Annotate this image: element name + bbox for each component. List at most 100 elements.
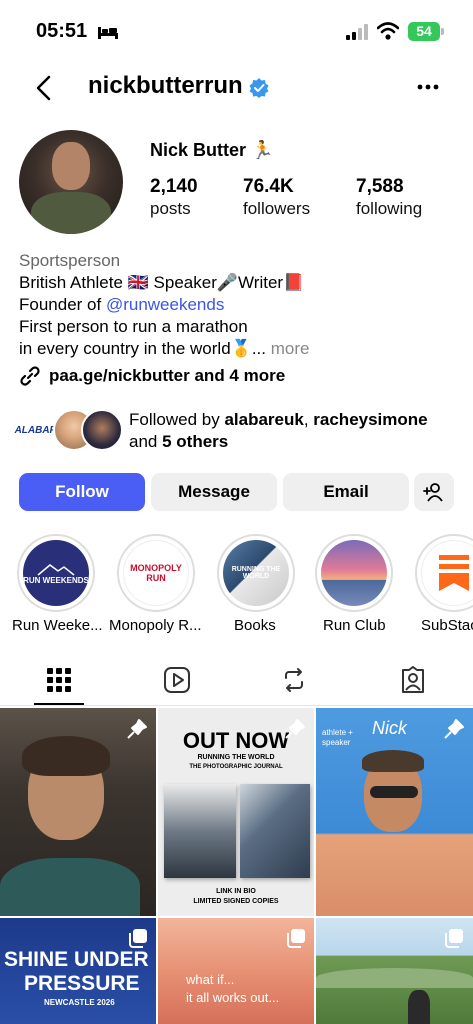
highlight-substack[interactable] <box>415 534 473 612</box>
post-4-subtitle: NEWCASTLE 2026 <box>44 998 115 1007</box>
highlight-run-weekends-cover: RUN WEEKENDS <box>23 540 89 606</box>
profile-username: nickbutterrun <box>88 72 243 99</box>
post-2-subtitle: RUNNING THE WORLD <box>197 754 275 761</box>
followed-by-avatars[interactable]: ALABARE <box>15 409 123 451</box>
post-6-runner <box>408 990 430 1024</box>
highlight-label-run-weekends: Run Weeke... <box>12 617 103 634</box>
third-follower-avatar <box>81 409 123 451</box>
pinned-post-icon <box>127 719 147 739</box>
posts-count[interactable]: 2,140 <box>150 176 198 198</box>
highlight-run-weekends-cover-text: RUN WEEKENDS <box>23 575 89 585</box>
highlight-monopoly-run[interactable]: MONOPOLY RUN <box>117 534 195 612</box>
status-time: 05:51 <box>36 20 88 42</box>
grid-tab-icon[interactable] <box>45 666 73 694</box>
more-options-icon[interactable] <box>416 84 440 90</box>
post-5-text-1: what if... <box>186 972 235 987</box>
pinned-post-icon <box>444 719 464 739</box>
follower-alabareuk: alabareuk <box>224 410 304 429</box>
followed-by-prefix: Followed by <box>129 410 225 429</box>
post-tile-3[interactable]: Nick athlete + speaker <box>316 708 473 916</box>
follower-separator: , <box>303 410 314 429</box>
bio-line-4-text: in every country in the world🥇... <box>19 339 271 358</box>
verified-badge-icon <box>249 78 269 98</box>
suggested-users-button[interactable] <box>414 473 454 511</box>
reels-tab-icon[interactable] <box>163 666 191 694</box>
highlight-label-substack: SubStac <box>421 617 473 634</box>
display-name: Nick Butter 🏃 <box>150 140 274 160</box>
post-tile-1[interactable] <box>0 708 156 916</box>
avatar-shirt <box>31 192 111 234</box>
battery-tip <box>441 28 444 35</box>
followed-by-and: and <box>129 432 163 451</box>
follow-button[interactable]: Follow <box>19 473 145 511</box>
reposts-tab-icon[interactable] <box>280 666 308 694</box>
post-4-title-2: PRESSURE <box>24 972 140 995</box>
highlight-label-run-club: Run Club <box>323 617 386 634</box>
cellular-signal-icon <box>346 24 368 40</box>
bio-line-1: British Athlete 🇬🇧 Speaker🎤Writer📕 <box>19 273 305 292</box>
add-person-icon <box>423 483 443 502</box>
bio-line-3: First person to run a marathon <box>19 317 248 336</box>
highlight-label-monopoly: Monopoly R... <box>109 617 202 634</box>
bio-line-4: in every country in the world🥇... more <box>19 338 309 360</box>
followers-label[interactable]: followers <box>243 199 310 219</box>
email-button[interactable]: Email <box>283 473 409 511</box>
back-chevron-icon[interactable] <box>32 74 56 102</box>
highlight-books[interactable]: RUNNING THE WORLD <box>217 534 295 612</box>
post-2-footer-2: LIMITED SIGNED COPIES <box>193 898 279 905</box>
highlight-substack-cover <box>421 540 473 606</box>
carousel-icon <box>445 929 463 948</box>
follower-racheysimone: racheysimone <box>313 410 428 429</box>
highlight-run-club[interactable] <box>315 534 393 612</box>
runweekends-mention-link[interactable]: @runweekends <box>106 295 224 314</box>
external-links-text: paa.ge/nickbutter and 4 more <box>49 366 286 385</box>
post-1-shirt <box>0 858 140 916</box>
post-4-title-1: SHINE UNDER <box>4 948 149 971</box>
highlight-label-books: Books <box>234 617 276 634</box>
mountain-icon <box>37 563 75 576</box>
bio-founder-text: Founder of <box>19 295 106 314</box>
post-tile-2[interactable]: OUT NOW RUNNING THE WORLD THE PHOTOGRAPH… <box>158 708 314 916</box>
followers-count[interactable]: 76.4K <box>243 176 294 198</box>
highlight-monopoly-cover: MONOPOLY RUN <box>123 540 189 606</box>
highlight-run-weekends[interactable]: RUN WEEKENDS <box>17 534 95 612</box>
carousel-icon <box>287 929 305 948</box>
pinned-post-icon <box>285 719 305 739</box>
link-chain-icon <box>20 366 40 386</box>
post-tile-5[interactable]: what if... it all works out... <box>158 918 314 1024</box>
post-6-hills <box>316 968 473 988</box>
bio-line-2: Founder of @runweekends <box>19 294 224 316</box>
highlight-run-club-cover <box>321 540 387 606</box>
external-links-row[interactable]: paa.ge/nickbutter and 4 more <box>19 365 285 387</box>
post-3-sunglasses <box>370 786 418 798</box>
post-2-footer-1: LINK IN BIO <box>216 888 256 895</box>
tab-divider <box>0 705 473 706</box>
tagged-tab-icon[interactable] <box>399 666 427 694</box>
following-count[interactable]: 7,588 <box>356 176 404 198</box>
avatar-face <box>52 142 90 190</box>
post-3-tag: athlete + speaker <box>322 728 353 747</box>
post-3-hair <box>362 750 424 772</box>
post-5-text-2: it all works out... <box>186 990 280 1005</box>
post-2-subtitle-2: THE PHOTOGRAPHIC JOURNAL <box>189 764 283 770</box>
followed-by-text[interactable]: Followed by alabareuk, racheysimone and … <box>129 409 428 453</box>
bed-icon <box>98 27 118 39</box>
followed-by-others: 5 others <box>162 432 229 451</box>
post-3-name: Nick <box>372 718 407 738</box>
following-label[interactable]: following <box>356 199 422 219</box>
bio-more-link[interactable]: more <box>271 339 310 358</box>
post-2-book-cover <box>164 784 236 878</box>
highlight-books-cover: RUNNING THE WORLD <box>223 540 289 606</box>
posts-label[interactable]: posts <box>150 199 191 219</box>
post-tile-4[interactable]: SHINE UNDER PRESSURE NEWCASTLE 2026 <box>0 918 156 1024</box>
profile-avatar[interactable] <box>19 130 123 234</box>
wifi-icon <box>377 22 399 40</box>
post-2-book-spread <box>240 784 310 878</box>
substack-logo-icon <box>439 555 469 591</box>
battery-indicator: 54 <box>408 22 440 41</box>
bio-category: Sportsperson <box>19 251 121 270</box>
carousel-icon <box>129 929 147 948</box>
post-tile-6[interactable] <box>316 918 473 1024</box>
message-button[interactable]: Message <box>151 473 277 511</box>
post-1-hair <box>22 736 110 776</box>
